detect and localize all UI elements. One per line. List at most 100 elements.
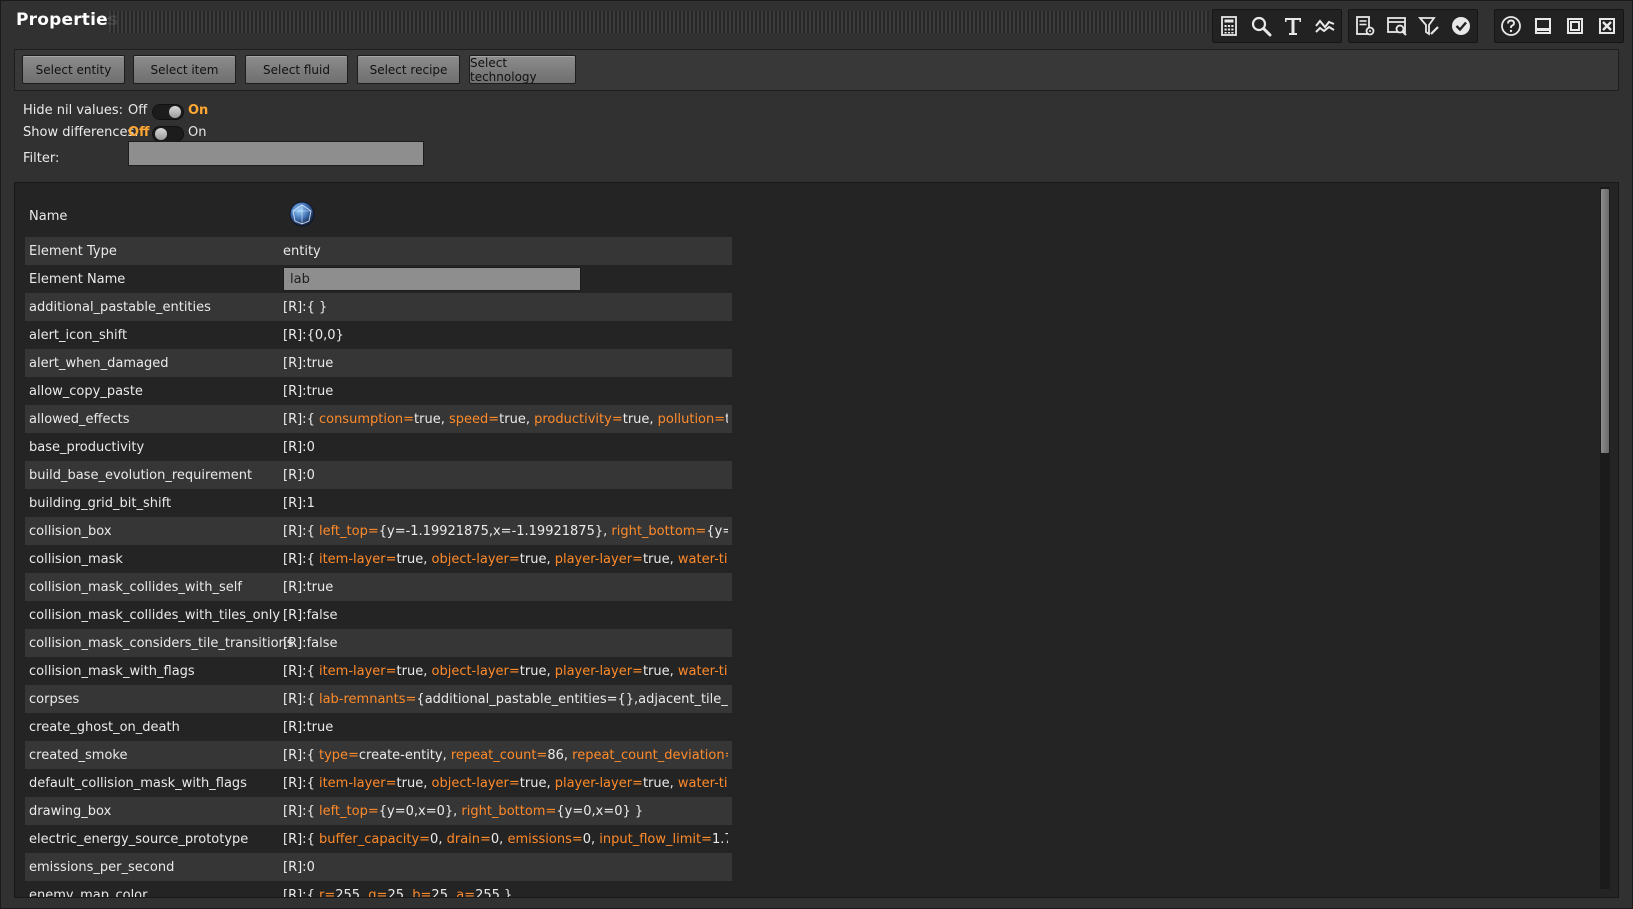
value-field-name: item-layer= [318,775,397,791]
value-text: true } [725,412,728,427]
value-field-name: consumption= [318,411,415,427]
value-field-name: buffer_capacity= [318,831,431,847]
properties-table-panel[interactable]: Name Element Type entity Element Name lab add… [14,182,1619,898]
value-field-name: emissions= [507,831,583,847]
readonly-tag: [R]: [283,299,307,315]
table-row: build_base_evolution_requirement [R]:0 [25,461,732,489]
readonly-tag: [R]: [283,495,307,511]
property-key: allow_copy_paste [29,383,143,399]
table-row: drawing_box [R]:{ left_top={y=0,x=0}, rig… [25,797,732,825]
value-text: 0 [306,467,315,483]
window-search-icon[interactable] [1381,10,1413,42]
property-value: [R]:1 [283,496,728,511]
property-value: lab [283,267,728,291]
value-text: true [306,719,334,735]
property-key: alert_when_damaged [29,355,169,371]
vertical-scrollbar[interactable] [1600,187,1610,889]
readonly-tag: [R]: [283,355,307,371]
select-recipe-button[interactable]: Select recipe [357,55,460,84]
element-name-input[interactable]: lab [283,267,581,291]
property-value: [R]:{ r=255, g=25, b=25, a=255 } [283,887,728,898]
value-field-name: input_flow_limit= [599,831,712,847]
property-value: [R]:true [283,384,728,399]
table-row: collision_mask [R]:{ item-layer=true, obj… [25,545,732,573]
value-text: { [306,551,319,567]
options-panel: Hide nil values: Off On Show differences… [14,91,1619,177]
search-icon[interactable] [1245,10,1277,42]
property-value: [R]:0 [283,468,728,483]
value-text: true, [519,663,555,679]
select-fluid-button[interactable]: Select fluid [245,55,348,84]
readonly-tag: [R]: [283,467,307,483]
readonly-tag: [R]: [283,523,307,539]
property-value: [R]:true [283,720,728,735]
table-row: enemy_map_color [R]:{ r=255, g=25, b=25, … [25,881,732,898]
value-text: 0, [430,831,447,847]
table-row: collision_mask_collides_with_self [R]:tru… [25,573,732,601]
value-field-name: water-tile... [677,775,728,791]
chart-icon[interactable] [1309,10,1341,42]
value-text: 1 [306,495,315,511]
value-field-name: lab-remnants= [318,691,417,707]
property-value: [R]:{ } [283,300,728,315]
value-text: true, [622,411,658,427]
property-value: [R]:false [283,608,728,623]
value-text: 0, [490,831,508,847]
table-row: alert_icon_shift [R]:{0,0} [25,321,732,349]
select-button-bar: Select entity Select item Select fluid S… [14,49,1619,91]
value-text: true, [396,551,432,567]
property-value: [R]:{ consumption=true, speed=true, prod… [283,412,728,427]
help-icon[interactable] [1495,10,1527,42]
scrollbar-thumb[interactable] [1601,189,1609,453]
close-icon[interactable] [1591,10,1623,42]
value-field-name: player-layer= [554,551,643,567]
property-value: [R]:true [283,356,728,371]
hide-nil-off-label: Off [128,103,148,118]
value-field-name: water-tile... [677,663,728,679]
value-field-name: repeat_count= [450,747,548,763]
readonly-tag: [R]: [283,691,307,707]
filter-input[interactable] [128,141,424,166]
property-value: [R]:{ lab-remnants={additional_pastable_… [283,692,728,707]
show-differences-toggle[interactable] [152,126,184,142]
value-text: 255, [335,887,369,898]
property-key: electric_energy_source_prototype [29,831,249,847]
value-field-name: right_bottom= [461,803,557,819]
checkmark-icon[interactable] [1445,10,1477,42]
readonly-tag: [R]: [283,411,307,427]
hide-nil-toggle[interactable] [152,104,184,120]
value-text: { [306,803,319,819]
title-bar[interactable]: Properties [1,1,1633,45]
property-key: drawing_box [29,803,112,819]
select-entity-button[interactable]: Select entity [22,55,125,84]
value-field-name: type= [318,747,359,763]
filter-edit-icon[interactable] [1413,10,1445,42]
property-key: created_smoke [29,747,128,763]
property-key: Element Type [29,243,117,259]
value-field-name: object-layer= [431,663,520,679]
select-item-button[interactable]: Select item [133,55,236,84]
value-text: {y=0,x=0} } [556,803,644,819]
calculator-icon[interactable] [1213,10,1245,42]
value-text: true, [642,551,678,567]
select-technology-button[interactable]: Select technology [469,55,576,84]
minimize-icon[interactable] [1527,10,1559,42]
value-field-name: object-layer= [431,551,520,567]
value-field-name: right_bottom= [611,523,707,539]
maximize-icon[interactable] [1559,10,1591,42]
property-key: alert_icon_shift [29,327,128,343]
value-field-name: productivity= [534,411,623,427]
table-row: building_grid_bit_shift [R]:1 [25,489,732,517]
readonly-tag: [R]: [283,439,307,455]
property-key: base_productivity [29,439,145,455]
value-text: true [306,579,334,595]
table-row: base_productivity [R]:0 [25,433,732,461]
value-field-name: left_top= [318,803,379,819]
readonly-tag: [R]: [283,775,307,791]
value-text: 0 [306,439,315,455]
list-settings-icon[interactable] [1349,10,1381,42]
value-field-name: b= [412,887,432,898]
value-text: 86, [547,747,573,763]
text-icon[interactable] [1277,10,1309,42]
drag-handle[interactable] [109,11,1209,33]
